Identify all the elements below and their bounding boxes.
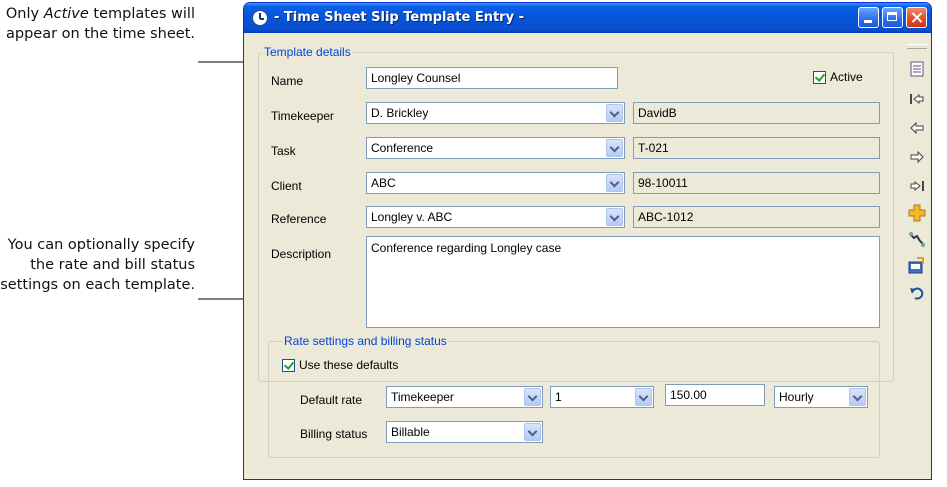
chevron-down-icon[interactable] [606, 139, 623, 157]
task-value: Conference [371, 141, 434, 155]
rate-amount-field[interactable]: 150.00 [665, 384, 765, 406]
timekeeper-value: D. Brickley [371, 106, 429, 120]
record-toolbar [906, 44, 928, 344]
task-label: Task [271, 144, 296, 158]
minimize-button[interactable] [858, 7, 879, 28]
rate-level-value: 1 [555, 390, 562, 404]
toolbar-grip[interactable] [907, 44, 927, 49]
rate-source-select[interactable]: Timekeeper [386, 386, 543, 408]
rate-callout: You can optionally specify the rate and … [0, 237, 195, 293]
chevron-down-icon[interactable] [606, 174, 623, 192]
use-defaults-checkbox[interactable] [282, 359, 295, 372]
rate-settings-legend: Rate settings and billing status [282, 334, 449, 348]
active-label: Active [830, 70, 863, 84]
rate-unit-value: Hourly [779, 390, 814, 404]
active-checkbox[interactable] [813, 71, 826, 84]
first-record-icon[interactable] [908, 90, 926, 108]
chevron-down-icon[interactable] [849, 388, 866, 406]
chevron-down-icon[interactable] [524, 423, 541, 441]
chevron-down-icon[interactable] [606, 208, 623, 226]
template-entry-window: - Time Sheet Slip Template Entry - Templ… [243, 2, 932, 480]
default-rate-label: Default rate [300, 393, 363, 407]
new-record-icon[interactable] [908, 204, 926, 222]
name-field[interactable]: Longley Counsel [366, 67, 618, 89]
timekeeper-select[interactable]: D. Brickley [366, 102, 625, 124]
clock-icon[interactable] [252, 10, 268, 26]
chevron-down-icon[interactable] [606, 104, 623, 122]
title-bar[interactable]: - Time Sheet Slip Template Entry - [244, 3, 931, 33]
client-select[interactable]: ABC [366, 172, 625, 194]
name-label: Name [271, 74, 304, 88]
template-details-legend: Template details [262, 45, 353, 59]
rate-unit-select[interactable]: Hourly [774, 386, 868, 408]
use-defaults-label: Use these defaults [299, 358, 399, 372]
rate-source-value: Timekeeper [391, 390, 454, 404]
last-record-icon[interactable] [908, 177, 926, 195]
client-code: 98-10011 [633, 172, 880, 194]
client-value: ABC [371, 176, 396, 190]
description-label: Description [271, 247, 332, 261]
active-callout-emphasis: Active [43, 6, 89, 22]
billing-status-select[interactable]: Billable [386, 421, 543, 443]
undo-icon[interactable] [908, 284, 926, 302]
active-callout: Only Active templates will appear on the… [5, 6, 195, 42]
window-title: - Time Sheet Slip Template Entry - [274, 10, 524, 25]
rate-level-select[interactable]: 1 [550, 386, 654, 408]
reference-code: ABC-1012 [633, 206, 880, 228]
chevron-down-icon[interactable] [635, 388, 652, 406]
chevron-down-icon[interactable] [524, 388, 541, 406]
client-label: Client [271, 179, 302, 193]
previous-record-icon[interactable] [908, 119, 926, 137]
next-record-icon[interactable] [908, 148, 926, 166]
description-field[interactable]: Conference regarding Longley case [366, 236, 880, 328]
find-icon[interactable] [908, 231, 926, 249]
reference-select[interactable]: Longley v. ABC [366, 206, 625, 228]
list-icon[interactable] [908, 60, 926, 78]
reference-value: Longley v. ABC [371, 210, 453, 224]
reference-label: Reference [271, 212, 327, 226]
timekeeper-code: DavidB [633, 102, 880, 124]
task-select[interactable]: Conference [366, 137, 625, 159]
task-code: T-021 [633, 137, 880, 159]
billing-status-label: Billing status [300, 427, 368, 441]
timekeeper-label: Timekeeper [271, 109, 334, 123]
maximize-button[interactable] [882, 7, 903, 28]
close-button[interactable] [906, 7, 927, 28]
billing-status-value: Billable [391, 425, 430, 439]
edit-icon[interactable] [908, 257, 926, 275]
